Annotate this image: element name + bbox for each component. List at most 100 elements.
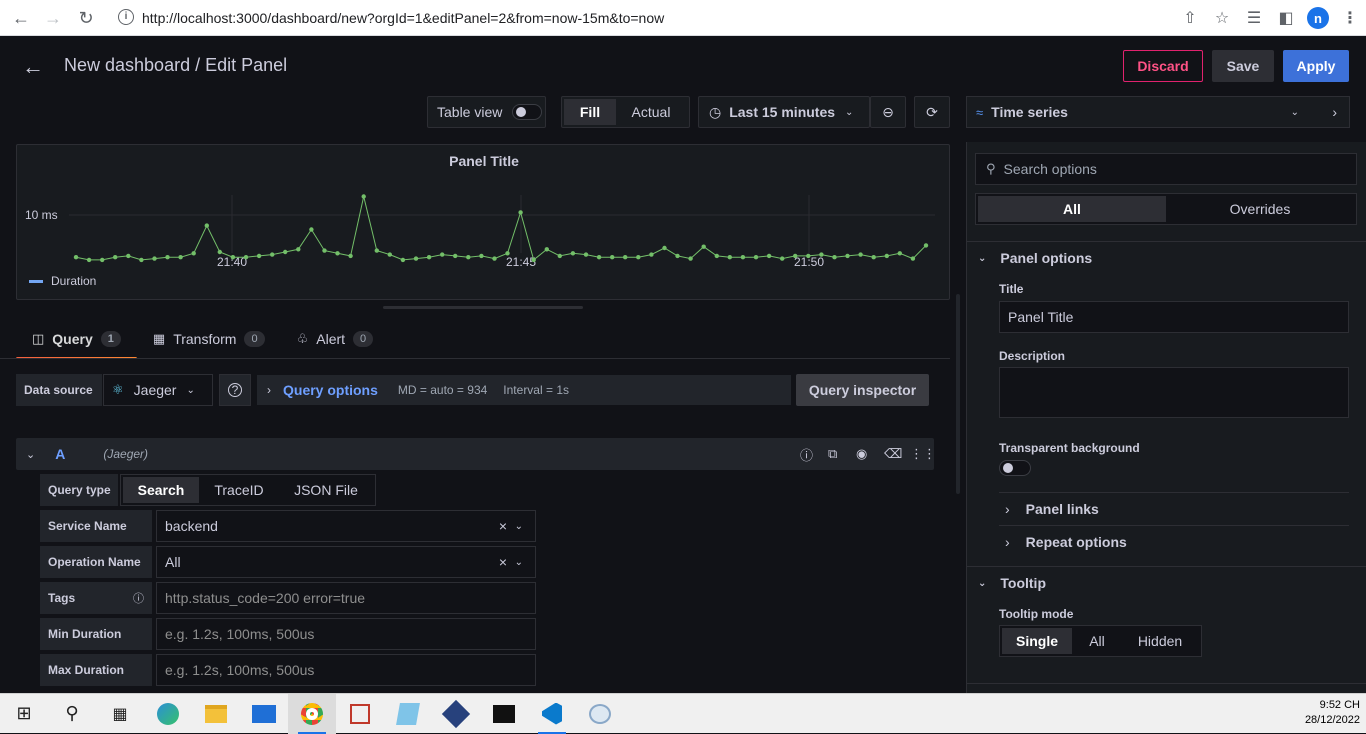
panel-options-heading: Panel options xyxy=(1000,250,1093,266)
data-point xyxy=(845,253,850,259)
address-bar[interactable]: i http://localhost:3000/dashboard/new?or… xyxy=(108,4,1228,32)
system-clock[interactable]: 9:52 CH 28/12/2022 xyxy=(1305,698,1360,728)
query-ref-id[interactable]: A xyxy=(55,446,65,462)
clock-time: 9:52 CH xyxy=(1319,699,1360,711)
data-point xyxy=(440,252,445,257)
description-textarea[interactable] xyxy=(999,367,1349,418)
data-point xyxy=(191,251,196,256)
tooltip-mode-all[interactable]: All xyxy=(1072,628,1122,654)
media-icon[interactable]: ☰ xyxy=(1238,2,1270,34)
vertical-scrollbar[interactable] xyxy=(956,294,960,494)
tab-alert[interactable]: ♧ Alert 0 xyxy=(281,322,390,356)
mail-icon[interactable] xyxy=(240,694,288,734)
refresh-button[interactable]: ⟳ xyxy=(914,96,950,128)
save-button[interactable]: Save xyxy=(1212,50,1274,82)
file-explorer-icon[interactable] xyxy=(192,694,240,734)
datasource-select[interactable]: ⚛ Jaeger ⌄ xyxy=(103,374,213,406)
max-duration-input[interactable]: e.g. 1.2s, 100ms, 500us xyxy=(156,654,536,686)
tags-input[interactable]: http.status_code=200 error=true xyxy=(156,582,536,614)
tooltip-mode-segment: Single All Hidden xyxy=(999,625,1202,657)
menu-icon[interactable]: ⋮ xyxy=(1334,2,1366,34)
chrome-icon[interactable] xyxy=(288,693,336,734)
duration-series-points xyxy=(73,194,929,263)
chevron-right-icon: › xyxy=(1005,500,1010,517)
table-view-toggle[interactable]: Table view xyxy=(427,96,546,128)
zoom-out-button[interactable]: ⊖ xyxy=(870,96,906,128)
service-name-select[interactable]: backend × ⌄ xyxy=(156,510,536,542)
clear-icon[interactable]: × xyxy=(499,554,507,570)
tooltip-section[interactable]: ⌄ Tooltip xyxy=(976,575,1046,591)
query-options-bar[interactable]: › Query options MD = auto = 934 Interval… xyxy=(257,375,791,405)
help-button[interactable]: ? xyxy=(219,374,251,406)
duplicate-icon[interactable]: ⧉ xyxy=(828,446,837,462)
data-point xyxy=(596,255,602,260)
chevron-down-icon: ⌄ xyxy=(978,252,987,264)
repeat-options-section[interactable]: › Repeat options xyxy=(999,525,1349,557)
query-options-link[interactable]: Query options xyxy=(283,382,378,398)
terminal-icon[interactable] xyxy=(480,694,528,734)
interval-info: Interval = 1s xyxy=(503,383,569,397)
panel-options-section[interactable]: ⌄ Panel options xyxy=(976,250,1092,266)
help-icon[interactable]: ⓘ xyxy=(800,445,813,464)
panel-links-section[interactable]: › Panel links xyxy=(999,492,1349,524)
vscode-icon[interactable] xyxy=(528,694,576,734)
datasource-value: Jaeger xyxy=(133,382,177,398)
virtualbox-icon[interactable] xyxy=(432,694,480,734)
trash-icon[interactable]: ⌫ xyxy=(884,446,902,462)
visualization-picker[interactable]: ≈ Time series ⌄ › xyxy=(966,96,1350,128)
info-icon[interactable]: i xyxy=(118,9,134,25)
apply-button[interactable]: Apply xyxy=(1283,50,1349,82)
chevron-down-icon: ⌄ xyxy=(514,556,523,568)
edge-icon[interactable] xyxy=(144,694,192,734)
search-options-placeholder: Search options xyxy=(1003,161,1097,177)
tooltip-mode-single[interactable]: Single xyxy=(1002,628,1072,654)
options-all-tab[interactable]: All xyxy=(978,196,1166,222)
snipping-tool-icon[interactable] xyxy=(336,694,384,734)
notepad-icon[interactable] xyxy=(384,694,432,734)
data-point xyxy=(348,253,353,259)
title-input[interactable]: Panel Title xyxy=(999,301,1349,333)
transparent-toggle[interactable] xyxy=(999,460,1031,476)
min-duration-input[interactable]: e.g. 1.2s, 100ms, 500us xyxy=(156,618,536,650)
time-range-picker[interactable]: ◷ Last 15 minutes ⌄ xyxy=(698,96,870,128)
profile-button[interactable]: n xyxy=(1302,2,1334,34)
legend-swatch xyxy=(29,280,43,283)
discard-button[interactable]: Discard xyxy=(1123,50,1203,82)
search-icon[interactable]: ⚲ xyxy=(48,694,96,734)
actual-option[interactable]: Actual xyxy=(616,99,686,125)
collapse-chevron-icon[interactable]: ⌄ xyxy=(26,448,35,461)
query-type-json[interactable]: JSON File xyxy=(279,477,373,503)
back-icon[interactable]: ← xyxy=(6,3,36,33)
table-view-switch[interactable] xyxy=(512,104,543,120)
options-overrides-tab[interactable]: Overrides xyxy=(1166,196,1354,222)
data-point xyxy=(283,249,288,255)
operation-name-select[interactable]: All × ⌄ xyxy=(156,546,536,578)
search-options-input[interactable]: ⚲ Search options xyxy=(975,153,1357,185)
tab-query[interactable]: ◫ Query 1 xyxy=(16,322,137,360)
eye-icon[interactable]: ◉ xyxy=(856,446,867,462)
data-point xyxy=(243,255,249,260)
star-icon[interactable]: ☆ xyxy=(1206,2,1238,34)
tab-label: Query xyxy=(52,331,93,347)
fill-option[interactable]: Fill xyxy=(564,99,616,125)
query-type-search[interactable]: Search xyxy=(123,477,199,503)
tooltip-mode-hidden[interactable]: Hidden xyxy=(1122,628,1198,654)
query-type-traceid[interactable]: TraceID xyxy=(199,477,279,503)
task-view-icon[interactable]: ▦ xyxy=(96,694,144,734)
resize-handle[interactable] xyxy=(383,306,583,309)
clear-icon[interactable]: × xyxy=(499,518,507,534)
forward-icon[interactable]: → xyxy=(38,3,68,33)
sidepanel-icon[interactable]: ◧ xyxy=(1270,2,1302,34)
back-arrow-icon[interactable]: ← xyxy=(22,54,44,80)
drag-handle-icon[interactable]: ⋮⋮ xyxy=(910,446,936,462)
share-icon[interactable]: ⇧ xyxy=(1174,2,1206,34)
reload-icon[interactable]: ↻ xyxy=(71,3,101,33)
tab-transform[interactable]: ▦ Transform 0 xyxy=(137,322,281,356)
chevron-right-icon[interactable]: › xyxy=(1332,104,1337,120)
query-inspector-button[interactable]: Query inspector xyxy=(796,374,929,406)
windows-start-icon[interactable]: ⊞ xyxy=(0,694,48,734)
data-point xyxy=(256,253,262,259)
paint-icon[interactable] xyxy=(576,694,624,734)
info-icon[interactable]: ⓘ xyxy=(133,590,144,606)
divider xyxy=(967,566,1366,567)
